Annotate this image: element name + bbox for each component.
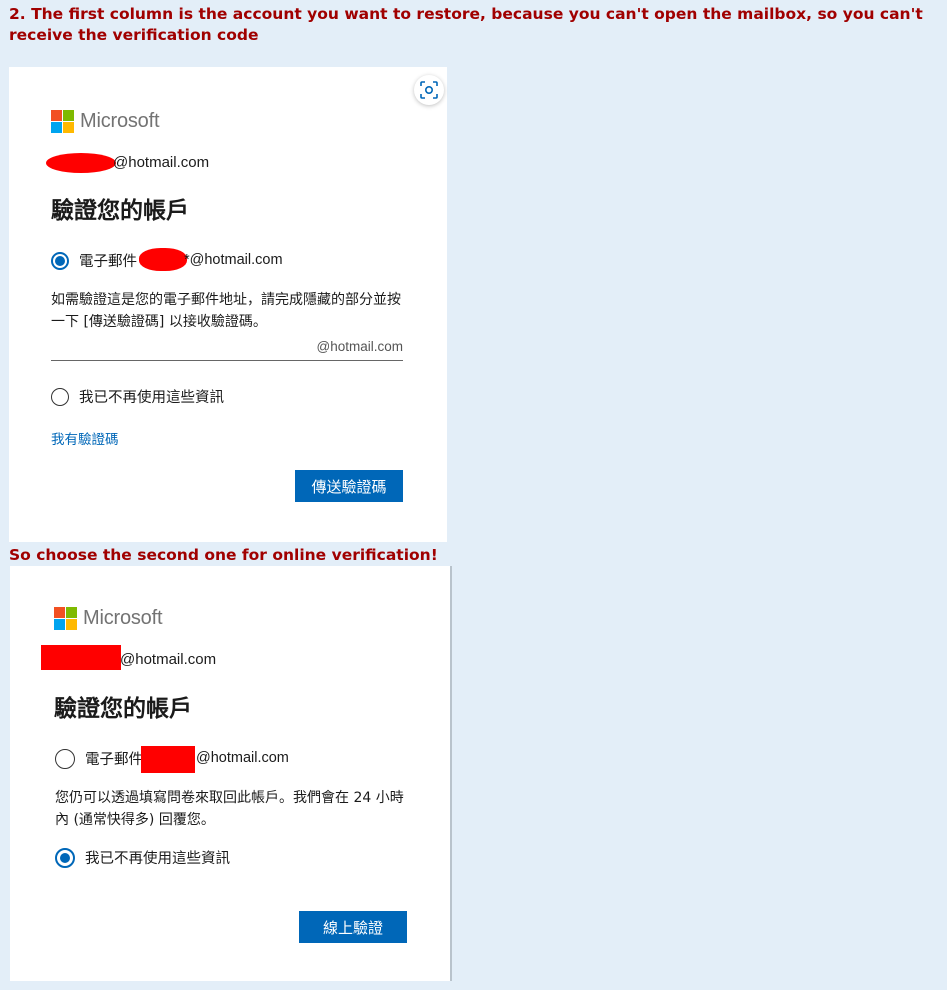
- option-email[interactable]: 電子郵件: [51, 250, 137, 271]
- page-title: 驗證您的帳戶: [51, 198, 189, 224]
- account-email: @hotmail.com: [113, 154, 210, 171]
- verify-card-send-code: Microsoft @hotmail.com 驗證您的帳戶 電子郵件 *@hot…: [9, 67, 447, 542]
- verify-card-online: Microsoft @hotmail.com 驗證您的帳戶 電子郵件 @hotm…: [10, 566, 452, 981]
- microsoft-logo-icon: [51, 110, 74, 133]
- redacted-username: [46, 153, 116, 173]
- instruction-heading-1: 2. The first column is the account you w…: [9, 5, 923, 44]
- send-code-button[interactable]: 傳送驗證碼: [295, 470, 403, 502]
- email-radio[interactable]: [55, 748, 75, 769]
- no-access-label: 我已不再使用這些資訊: [85, 851, 230, 867]
- brand-name: Microsoft: [83, 607, 163, 629]
- visual-search-icon[interactable]: [414, 75, 444, 105]
- microsoft-logo: Microsoft: [54, 607, 163, 630]
- microsoft-logo: Microsoft: [51, 110, 160, 133]
- no-access-label: 我已不再使用這些資訊: [79, 390, 224, 406]
- brand-name: Microsoft: [80, 110, 160, 132]
- email-input[interactable]: @hotmail.com: [51, 339, 403, 361]
- option-email[interactable]: 電子郵件: [55, 748, 143, 769]
- instruction-text: 如需驗證這是您的電子郵件地址，請完成隱藏的部分並按一下 [傳送驗證碼] 以接收驗…: [51, 292, 401, 330]
- microsoft-logo-icon: [54, 607, 77, 630]
- page-title: 驗證您的帳戶: [54, 696, 192, 722]
- account-email: @hotmail.com: [120, 651, 217, 668]
- email-radio[interactable]: [51, 251, 69, 270]
- no-access-radio[interactable]: [55, 847, 75, 868]
- instruction-heading-2: So choose the second one for online veri…: [9, 546, 438, 564]
- email-option-label: 電子郵件: [85, 752, 143, 768]
- instruction-text: 您仍可以透過填寫問卷來取回此帳戶。我們會在 24 小時內 (通常快得多) 回覆您…: [55, 790, 404, 828]
- redacted-email-part: [139, 248, 187, 271]
- redacted-username: [41, 645, 121, 670]
- online-verify-button[interactable]: 線上驗證: [299, 911, 407, 943]
- email-option-suffix: *@hotmail.com: [184, 252, 283, 268]
- no-access-radio[interactable]: [51, 387, 69, 406]
- email-option-label: 電子郵件: [79, 254, 137, 270]
- option-no-access[interactable]: 我已不再使用這些資訊: [55, 847, 230, 868]
- have-code-link[interactable]: 我有驗證碼: [51, 428, 119, 448]
- email-option-suffix: @hotmail.com: [196, 750, 289, 766]
- option-no-access[interactable]: 我已不再使用這些資訊: [51, 386, 224, 407]
- redacted-email-part: [141, 746, 195, 773]
